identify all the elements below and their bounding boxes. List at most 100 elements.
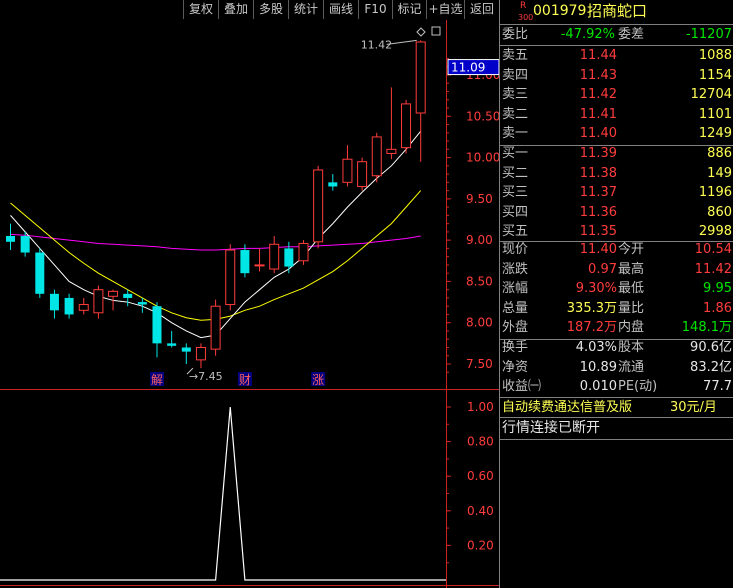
- stat-label: 内盘: [618, 320, 645, 336]
- price-tick-label: 9.00: [466, 233, 493, 247]
- kline-chart-area[interactable]: 11.0010.5010.009.509.008.508.007.5011.09…: [0, 0, 499, 588]
- candle-body-up: [93, 289, 104, 314]
- fund-row: 收益㈠ 0.010 PE(动) 77.7: [500, 376, 733, 397]
- ask-price: 11.40: [579, 126, 617, 142]
- fund-value: 77.7: [703, 379, 732, 395]
- fund-row: 换手 4.03% 股本 90.6亿: [500, 337, 733, 358]
- candle-body-down: [240, 250, 250, 274]
- bid-label: 买二: [502, 165, 529, 181]
- candle-body-up: [415, 41, 426, 114]
- low-annotation-label: →7.45: [189, 370, 223, 383]
- price-tick-label: 10.50: [466, 109, 499, 123]
- ask-volume: 1101: [698, 106, 732, 122]
- bid-row: 买四 11.36 860: [500, 202, 733, 223]
- status-row: 行情连接已断开: [500, 418, 733, 439]
- candle-body-down: [35, 252, 45, 294]
- ask-label: 卖三: [502, 87, 529, 103]
- stat-value: 0.97: [588, 261, 617, 277]
- event-marker-label: 财: [239, 373, 251, 387]
- candle-body-up: [357, 161, 368, 187]
- add-watchlist-button[interactable]: +自选: [426, 0, 464, 19]
- fuquan-button[interactable]: 复权: [183, 0, 218, 19]
- ma-magenta-line: [10, 233, 421, 251]
- candle-body-down: [181, 347, 191, 352]
- current-price-label: 11.09: [451, 61, 485, 75]
- fund-value: 10.89: [579, 359, 617, 375]
- price-tick-label: 7.50: [466, 357, 493, 371]
- candle-body-down: [64, 297, 74, 315]
- stat-value: 9.30%: [575, 281, 617, 297]
- stat-value: 335.3万: [566, 300, 617, 316]
- ask-label: 卖五: [502, 48, 529, 63]
- back-button[interactable]: 返回: [464, 0, 499, 19]
- bid-price: 11.38: [579, 165, 617, 181]
- stat-label: 现价: [502, 242, 529, 257]
- bid-price: 11.36: [579, 204, 617, 220]
- weicha-value: -11207: [685, 27, 732, 42]
- price-tick-label: 8.00: [466, 316, 493, 330]
- ask-volume: 1088: [698, 48, 732, 63]
- mark-button[interactable]: 标记: [392, 0, 426, 19]
- candle-body-down: [152, 306, 162, 344]
- connection-status: 行情连接已断开: [502, 420, 600, 436]
- event-marker-label: 解: [151, 373, 163, 387]
- overlay-button[interactable]: 叠加: [218, 0, 253, 19]
- fund-value: 83.2亿: [690, 359, 732, 375]
- stat-value: 148.1万: [681, 320, 732, 336]
- candle-body-up: [371, 136, 382, 177]
- candle-body-down: [20, 236, 30, 253]
- stat-value: 187.2万: [566, 320, 617, 336]
- candle-body-up: [78, 304, 89, 311]
- candle-body-up: [342, 158, 353, 183]
- indicator-tick-label: 0.60: [467, 469, 494, 483]
- f10-button[interactable]: F10: [358, 0, 392, 19]
- promo-text[interactable]: 自动续费通达信普及版: [502, 397, 632, 418]
- bid-volume: 860: [707, 204, 732, 220]
- chart-toolbar: 复权 叠加 多股 统计 画线 F10 标记 +自选 返回: [0, 0, 499, 20]
- candle-body-up: [210, 305, 221, 350]
- bid-label: 买三: [502, 185, 529, 201]
- indicator-line: [0, 406, 446, 581]
- stat-value: 11.40: [579, 242, 617, 257]
- weicha-label: 委差: [618, 27, 645, 42]
- price-tick-label: 8.50: [466, 274, 493, 288]
- candle-body-down: [328, 182, 338, 187]
- promo-price[interactable]: 30元/月: [670, 397, 717, 418]
- stat-row: 总量 335.3万 量比 1.86: [500, 298, 733, 319]
- stat-label: 涨跌: [502, 261, 529, 277]
- candle-body-up: [401, 103, 412, 149]
- candle-body-down: [284, 248, 294, 267]
- stat-row: 涨幅 9.30% 最低 9.95: [500, 278, 733, 299]
- quote-panel: R 300 001979 招商蛇口 委比 -47.92% 委差 -11207 卖…: [499, 0, 733, 588]
- candle-body-up: [386, 148, 397, 154]
- multi-stock-button[interactable]: 多股: [253, 0, 288, 19]
- candle-body-up: [254, 264, 265, 267]
- ask-price: 11.43: [579, 67, 617, 83]
- candle-body-up: [195, 346, 206, 361]
- bid-volume: 149: [707, 165, 732, 181]
- stock-name: 招商蛇口: [587, 2, 648, 20]
- stock-header: R 300 001979 招商蛇口: [500, 1, 733, 23]
- candle-body-up: [225, 249, 236, 306]
- ask-row: 卖四 11.43 1154: [500, 65, 733, 86]
- bid-price: 11.37: [579, 185, 617, 201]
- draw-line-button[interactable]: 画线: [323, 0, 358, 19]
- ask-price: 11.41: [579, 106, 617, 122]
- stat-row: 外盘 187.2万 内盘 148.1万: [500, 317, 733, 338]
- bid-label: 买一: [502, 146, 529, 161]
- indicator-tick-label: 0.80: [467, 435, 494, 449]
- diamond-icon: [416, 27, 426, 37]
- stat-label: 最高: [618, 261, 645, 277]
- bid-row: 买二 11.38 149: [500, 163, 733, 184]
- candle-body-down: [6, 236, 15, 242]
- stat-label: 总量: [502, 300, 529, 316]
- candle-body-up: [298, 242, 309, 262]
- candle-body-up: [108, 290, 119, 297]
- bid-row: 买三 11.37 1196: [500, 182, 733, 203]
- weibi-row: 委比 -47.92% 委差 -11207: [500, 24, 733, 45]
- statistics-button[interactable]: 统计: [288, 0, 323, 19]
- promo-row[interactable]: 自动续费通达信普及版 30元/月: [500, 397, 733, 418]
- ask-label: 卖四: [502, 67, 529, 83]
- fund-value: 4.03%: [575, 340, 617, 355]
- indicator-tick-label: 1.00: [467, 400, 494, 414]
